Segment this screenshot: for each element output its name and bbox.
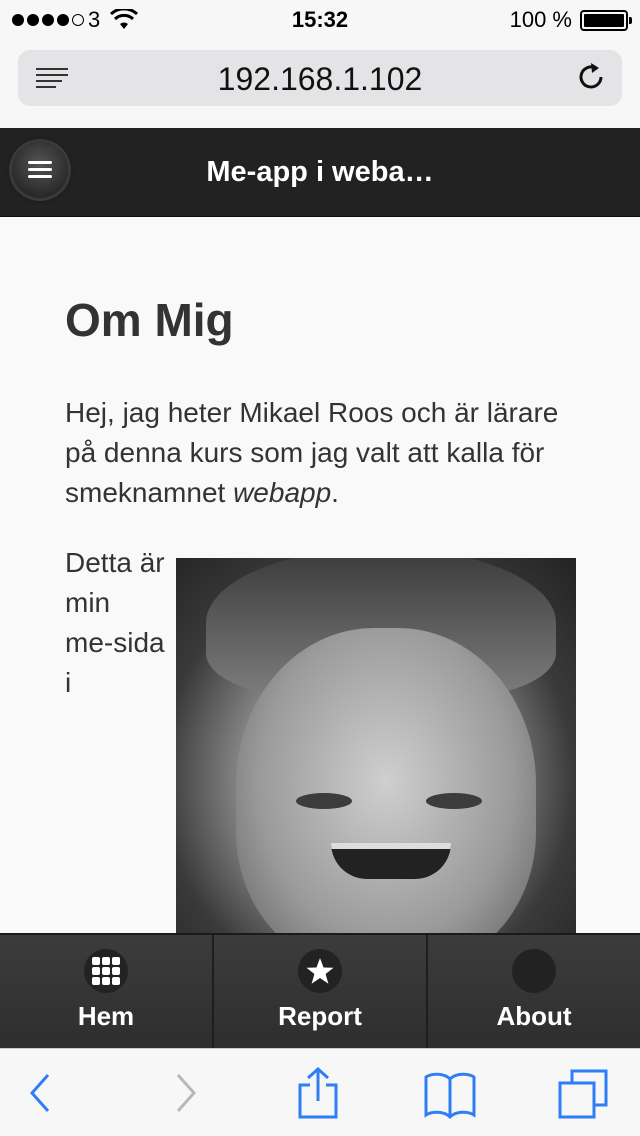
nav-item-about[interactable]: About <box>428 935 640 1048</box>
intro-paragraph: Hej, jag heter Mikael Roos och är lärare… <box>65 393 565 513</box>
page-content: Om Mig Hej, jag heter Mikael Roos och är… <box>0 217 640 933</box>
nav-item-hem[interactable]: Hem <box>0 935 214 1048</box>
tabs-icon[interactable] <box>556 1067 612 1119</box>
bottom-navbar: Hem Report About <box>0 933 640 1048</box>
page-heading: Om Mig <box>65 294 234 346</box>
nav-item-report[interactable]: Report <box>214 935 428 1048</box>
forward-icon[interactable] <box>156 1067 212 1119</box>
battery-percentage: 100 % <box>509 7 572 32</box>
blank-circle-icon <box>512 949 556 993</box>
status-bar: 3 15:32 100 % <box>0 0 640 40</box>
profile-photo <box>176 558 576 933</box>
share-icon[interactable] <box>290 1067 346 1119</box>
nav-label-report: Report <box>278 1001 362 1031</box>
battery-icon <box>580 10 632 31</box>
back-icon[interactable] <box>14 1067 70 1119</box>
url-text[interactable]: 192.168.1.102 <box>18 61 622 98</box>
intro-end: . <box>331 477 339 508</box>
float-paragraph: Detta är min me-sida i <box>65 547 165 698</box>
app-title: Me-app i weba… <box>206 156 434 188</box>
address-bar[interactable]: 192.168.1.102 <box>18 50 622 106</box>
reload-icon[interactable] <box>574 60 608 94</box>
browser-address-area: 192.168.1.102 <box>0 40 640 128</box>
nav-label-about: About <box>496 1001 572 1031</box>
bookmarks-icon[interactable] <box>422 1067 478 1119</box>
grid-icon <box>84 949 128 993</box>
star-icon <box>298 949 342 993</box>
browser-toolbar <box>0 1048 640 1136</box>
app-header: Me-app i weba… <box>0 128 640 217</box>
intro-emphasis: webapp <box>233 477 332 508</box>
nav-label-hem: Hem <box>77 1001 135 1031</box>
